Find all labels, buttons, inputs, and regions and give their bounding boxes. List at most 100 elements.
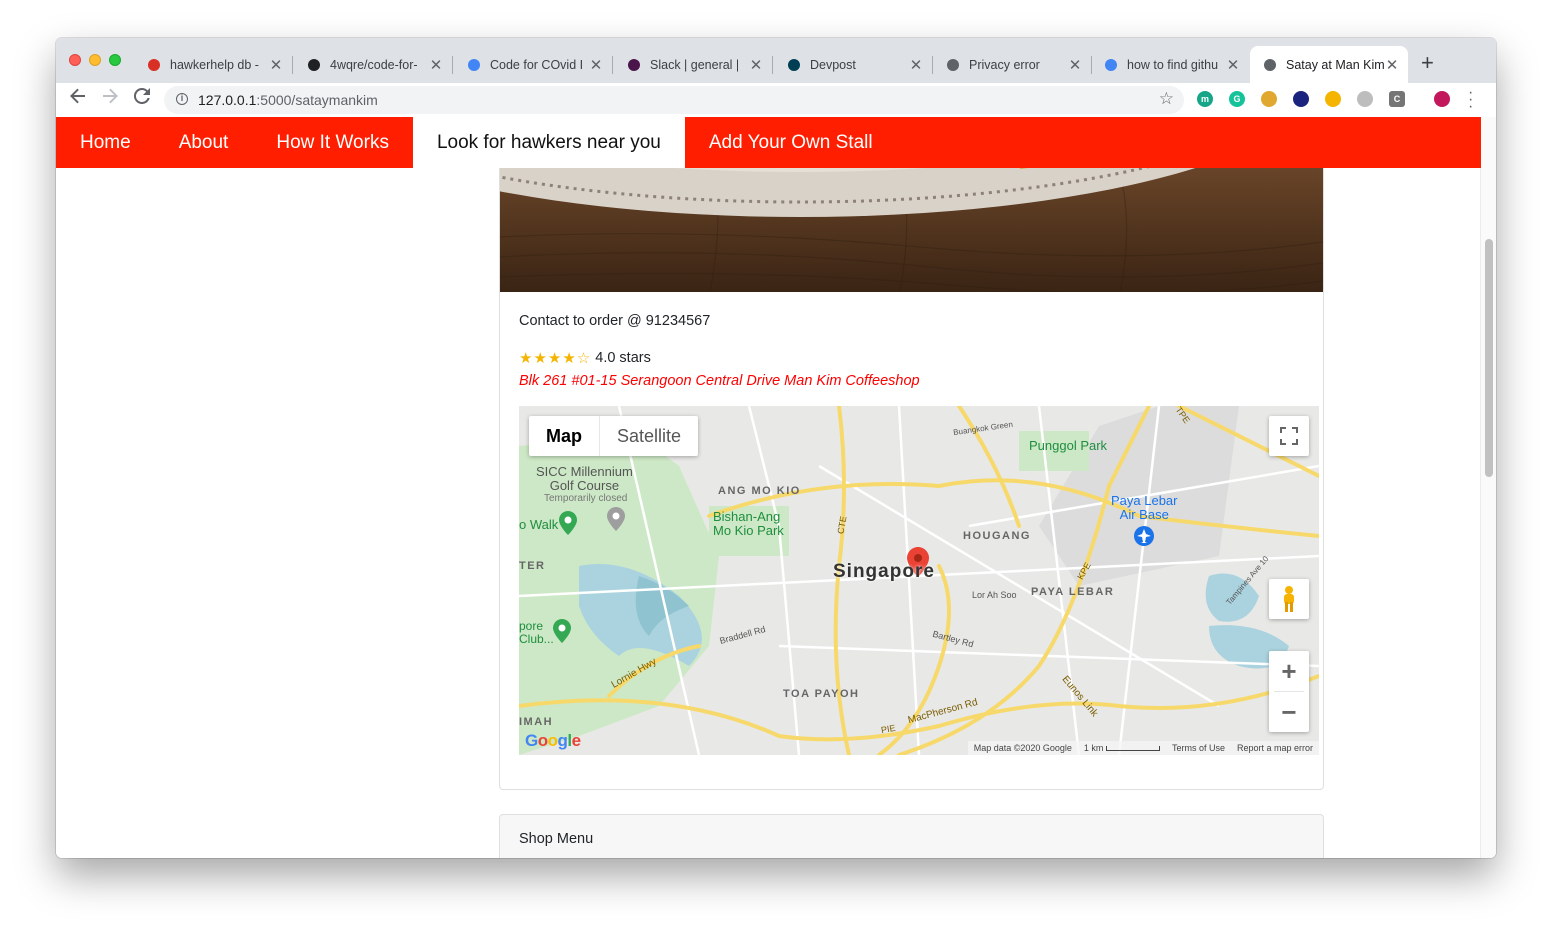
google-icon bbox=[1103, 57, 1119, 73]
tab-title: Privacy error bbox=[969, 57, 1040, 72]
browser-tab[interactable]: Satay at Man Kim ✕ bbox=[1250, 46, 1408, 83]
nav-how-it-works[interactable]: How It Works bbox=[252, 117, 413, 168]
nav-about[interactable]: About bbox=[155, 117, 253, 168]
map-footer: Map data ©2020 Google 1 km Terms of Use … bbox=[967, 741, 1319, 755]
burger-extension-icon[interactable] bbox=[1261, 91, 1277, 107]
map-label-temp-closed: Temporarily closed bbox=[544, 493, 628, 504]
tab-close-icon[interactable]: ✕ bbox=[1384, 56, 1400, 74]
nav-add-stall[interactable]: Add Your Own Stall bbox=[685, 117, 897, 168]
browser-tab[interactable]: how to find githu ✕ bbox=[1091, 46, 1249, 83]
rating: ★★★★☆ 4.0 stars bbox=[519, 349, 651, 367]
map-scale[interactable]: 1 km bbox=[1084, 743, 1160, 753]
map-label-bishan: Bishan-Ang Mo Kio Park bbox=[713, 509, 784, 538]
google-map[interactable]: Map Satellite + − Singapore Punggol Park… bbox=[519, 406, 1319, 755]
site-info-icon[interactable]: i bbox=[176, 93, 188, 105]
shop-menu-title: Shop Menu bbox=[519, 831, 594, 847]
map-label-toa-payoh: TOA PAYOH bbox=[783, 688, 860, 700]
tab-separator bbox=[612, 56, 613, 74]
tab-close-icon[interactable]: ✕ bbox=[1067, 56, 1083, 74]
map-label-imah: IMAH bbox=[519, 716, 554, 728]
terms-link[interactable]: Terms of Use bbox=[1172, 743, 1225, 753]
shop-menu-card: Shop Menu bbox=[499, 814, 1324, 858]
browser-tab[interactable]: Slack | general | ✕ bbox=[614, 46, 772, 83]
stall-address: Blk 261 #01-15 Serangoon Central Drive M… bbox=[519, 373, 920, 389]
contact-text: Contact to order @ 91234567 bbox=[519, 313, 711, 329]
back-icon[interactable] bbox=[70, 88, 86, 109]
tab-title: Satay at Man Kim bbox=[1286, 57, 1384, 72]
page-viewport: Home About How It Works Look for hawkers ne… bbox=[56, 117, 1496, 858]
tab-title: Slack | general | bbox=[650, 57, 740, 72]
fullscreen-icon[interactable] bbox=[1269, 416, 1309, 456]
scrollbar-thumb[interactable] bbox=[1485, 239, 1493, 477]
map-label-hougang: HOUGANG bbox=[963, 530, 1031, 542]
tab-strip: hawkerhelp db - ✕ 4wqre/code-for- ✕ Code for… bbox=[56, 38, 1496, 83]
map-label-sicc: SICC Millennium Golf Course bbox=[536, 464, 633, 493]
tab-title: Devpost bbox=[810, 57, 856, 72]
street-view-pegman-icon[interactable] bbox=[1269, 579, 1309, 619]
close-window-button[interactable] bbox=[69, 54, 81, 66]
browser-tab[interactable]: Devpost ✕ bbox=[774, 46, 932, 83]
browser-toolbar: i 127.0.0.1:5000/sataymankim ☆ mG C · · · bbox=[56, 83, 1496, 118]
bookmark-star-icon[interactable]: ☆ bbox=[1159, 89, 1174, 109]
rating-text: 4.0 stars bbox=[595, 350, 651, 366]
tab-close-icon[interactable]: ✕ bbox=[268, 56, 284, 74]
zoom-control: + − bbox=[1269, 651, 1309, 732]
face-extension-icon[interactable] bbox=[1325, 91, 1341, 107]
tab-title: how to find githu bbox=[1127, 57, 1219, 72]
tab-close-icon[interactable]: ✕ bbox=[428, 56, 444, 74]
page-scrollbar[interactable] bbox=[1480, 117, 1496, 858]
zoom-out-button[interactable]: − bbox=[1281, 692, 1296, 732]
reload-icon[interactable] bbox=[133, 87, 150, 109]
devpost-icon bbox=[786, 57, 802, 73]
google-logo[interactable]: Google bbox=[525, 731, 581, 751]
airport-icon bbox=[1134, 526, 1154, 546]
browser-tab[interactable]: Privacy error ✕ bbox=[933, 46, 1091, 83]
tab-separator bbox=[452, 56, 453, 74]
nav-home[interactable]: Home bbox=[56, 117, 155, 168]
docs-icon bbox=[466, 57, 482, 73]
tab-close-icon[interactable]: ✕ bbox=[588, 56, 604, 74]
tab-close-icon[interactable]: ✕ bbox=[748, 56, 764, 74]
people-extension-icon[interactable] bbox=[1434, 91, 1450, 107]
c-extension-icon[interactable]: C bbox=[1389, 91, 1405, 107]
m-extension-icon[interactable]: m bbox=[1197, 91, 1213, 107]
cursor-extension-icon[interactable] bbox=[1293, 91, 1309, 107]
report-map-error-link[interactable]: Report a map error bbox=[1237, 743, 1313, 753]
forward-icon[interactable] bbox=[102, 88, 118, 109]
map-label-punggol: Punggol Park bbox=[1029, 438, 1108, 453]
new-tab-button[interactable]: + bbox=[1421, 50, 1434, 76]
site-navbar: Home About How It Works Look for hawkers ne… bbox=[56, 117, 1481, 168]
map-data-attribution: Map data ©2020 Google bbox=[973, 743, 1072, 753]
stall-card: Contact to order @ 91234567 ★★★★☆ 4.0 st… bbox=[499, 117, 1324, 790]
grey-extension-icon[interactable] bbox=[1357, 91, 1373, 107]
park-marker-icon bbox=[559, 511, 577, 535]
browser-window: hawkerhelp db - ✕ 4wqre/code-for- ✕ Code for… bbox=[56, 38, 1496, 858]
zoom-in-button[interactable]: + bbox=[1281, 651, 1296, 691]
tab-separator bbox=[292, 56, 293, 74]
star-rating-icon: ★★★★☆ bbox=[519, 350, 592, 367]
slack-icon bbox=[626, 57, 642, 73]
map-type-map[interactable]: Map bbox=[529, 416, 600, 456]
browser-menu-icon[interactable]: · · · bbox=[1468, 85, 1473, 115]
browser-tab[interactable]: hawkerhelp db - ✕ bbox=[134, 46, 292, 83]
address-bar[interactable]: i 127.0.0.1:5000/sataymankim ☆ bbox=[164, 86, 1184, 114]
golf-marker-icon bbox=[607, 507, 625, 531]
tab-close-icon[interactable]: ✕ bbox=[1225, 56, 1241, 74]
map-label-singapore: Singapore bbox=[833, 561, 935, 582]
map-label-walk: o Walk bbox=[519, 517, 559, 532]
club-marker-icon bbox=[553, 619, 571, 643]
grammarly-icon[interactable]: G bbox=[1229, 91, 1245, 107]
browser-tab[interactable]: Code for COvid I ✕ bbox=[454, 46, 612, 83]
map-type-satellite[interactable]: Satellite bbox=[600, 416, 698, 456]
browser-tab[interactable]: 4wqre/code-for- ✕ bbox=[294, 46, 452, 83]
url-text[interactable]: 127.0.0.1:5000/sataymankim bbox=[198, 92, 378, 108]
map-label-club: pore Club... bbox=[519, 619, 554, 646]
map-label-paya-lebar: PAYA LEBAR bbox=[1031, 586, 1115, 598]
nav-look-for-hawkers[interactable]: Look for hawkers near you bbox=[412, 117, 685, 168]
map-label-ter: TER bbox=[519, 560, 546, 572]
zoom-window-button[interactable] bbox=[109, 54, 121, 66]
tab-close-icon[interactable]: ✕ bbox=[908, 56, 924, 74]
minimize-window-button[interactable] bbox=[89, 54, 101, 66]
gmail-icon bbox=[146, 57, 162, 73]
tab-separator bbox=[772, 56, 773, 74]
